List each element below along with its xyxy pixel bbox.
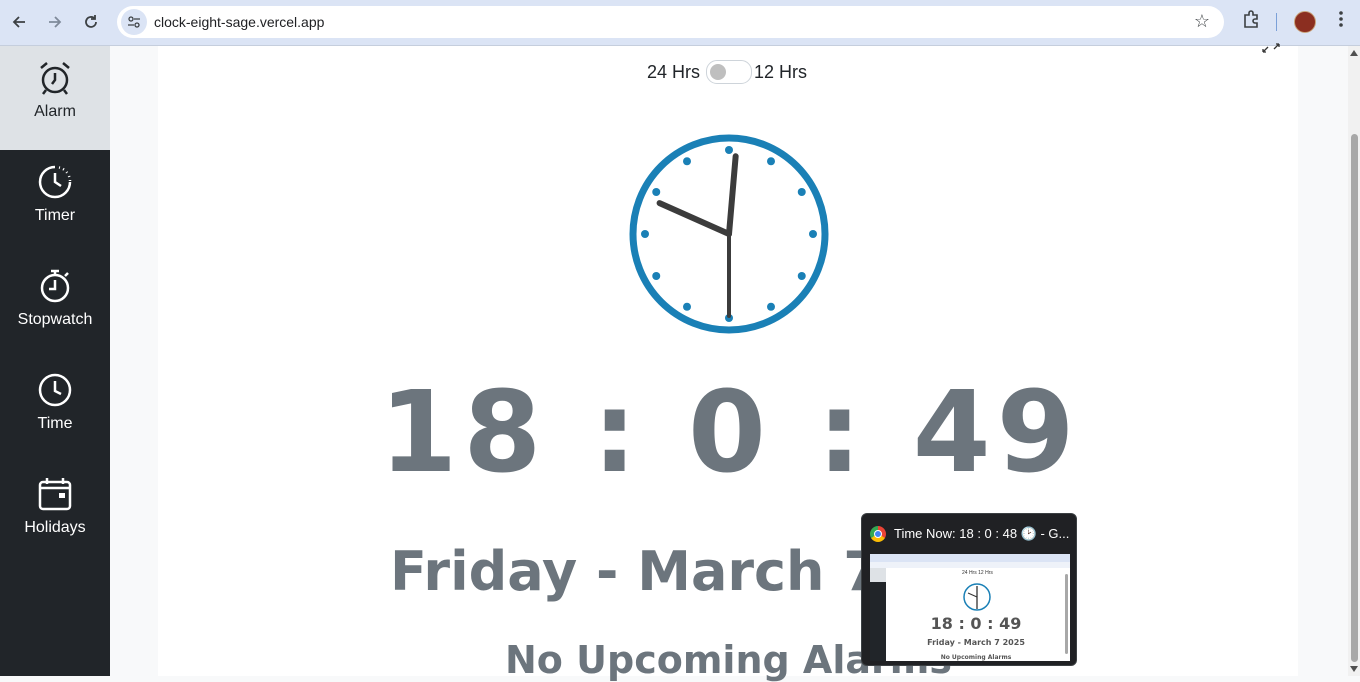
hour-format-switch[interactable] bbox=[706, 60, 753, 84]
hour-marker bbox=[725, 146, 733, 154]
toggle-label-24h: 24 Hrs bbox=[647, 61, 701, 82]
hour-marker bbox=[809, 230, 817, 238]
thumb-toolbar bbox=[870, 554, 1070, 562]
toggle-label-12h: 12 Hrs bbox=[754, 61, 808, 82]
thumb-date: Friday - March 7 2025 bbox=[927, 638, 1025, 647]
sidebar-item-label: Timer bbox=[34, 207, 76, 224]
hour-format-toggle-row: 24 Hrs 12 Hrs bbox=[647, 60, 807, 84]
reload-icon bbox=[85, 15, 97, 28]
star-icon[interactable]: ☆ bbox=[1194, 11, 1210, 32]
current-date: Friday - March 7 bbox=[390, 540, 881, 603]
address-bar[interactable]: clock-eight-sage.vercel.app ☆ bbox=[117, 6, 1224, 38]
stopwatch-icon bbox=[40, 269, 70, 303]
sidebar-item-label: Stopwatch bbox=[17, 311, 93, 328]
kebab-menu-icon[interactable] bbox=[1334, 9, 1348, 34]
scrollbar-thumb[interactable] bbox=[1351, 134, 1358, 662]
hour-marker bbox=[652, 272, 661, 280]
hour-marker bbox=[652, 188, 661, 196]
forward-button[interactable] bbox=[40, 7, 70, 37]
hour-marker bbox=[797, 272, 806, 280]
thumb-sidebar-active bbox=[870, 568, 886, 582]
page-scrollbar[interactable] bbox=[1348, 46, 1360, 676]
sidebar-item-alarm[interactable]: Alarm bbox=[0, 46, 110, 150]
hour-marker bbox=[641, 230, 649, 238]
hour-marker bbox=[683, 302, 691, 311]
scroll-down-arrow-icon[interactable] bbox=[1350, 666, 1358, 672]
sidebar-item-holidays[interactable]: Holidays bbox=[0, 462, 110, 566]
tab-preview-thumbnail: 24 Hrs 12 Hrs 18 : 0 : 49 Friday - March… bbox=[870, 554, 1070, 661]
thumb-toggle-labels: 24 Hrs 12 Hrs bbox=[962, 570, 993, 576]
hour-marker bbox=[767, 157, 775, 166]
alarm-clock-icon bbox=[40, 62, 70, 95]
sidebar-item-label: Holidays bbox=[24, 519, 86, 536]
hour-marker bbox=[683, 157, 691, 166]
hour-marker bbox=[767, 302, 775, 311]
thumb-digital-time: 18 : 0 : 49 bbox=[930, 614, 1022, 633]
arrow-left-icon bbox=[12, 16, 25, 28]
back-button[interactable] bbox=[4, 7, 34, 37]
tab-preview-popup[interactable]: Time Now: 18 : 0 : 48 🕑 - G... 24 Hrs 12… bbox=[861, 513, 1077, 666]
thumb-clock-icon bbox=[963, 583, 991, 611]
profile-avatar[interactable] bbox=[1294, 11, 1316, 33]
toolbar-divider bbox=[1276, 13, 1277, 31]
sidebar-item-label: Alarm bbox=[34, 103, 76, 120]
timer-icon bbox=[38, 165, 72, 199]
puzzle-icon[interactable] bbox=[1241, 9, 1261, 34]
reload-button[interactable] bbox=[76, 7, 106, 37]
sidebar-item-stopwatch[interactable]: Stopwatch bbox=[0, 254, 110, 358]
arrow-right-icon bbox=[49, 16, 62, 28]
fullscreen-icon[interactable] bbox=[1262, 40, 1280, 56]
hour-marker bbox=[797, 188, 806, 196]
tab-preview-title: Time Now: 18 : 0 : 48 🕑 - G... bbox=[894, 526, 1070, 541]
scroll-up-arrow-icon[interactable] bbox=[1350, 50, 1358, 56]
chrome-logo-icon bbox=[870, 526, 886, 542]
browser-toolbar: clock-eight-sage.vercel.app ☆ bbox=[0, 0, 1360, 46]
analog-clock bbox=[629, 134, 829, 334]
calendar-icon bbox=[38, 478, 72, 511]
site-info-icon[interactable] bbox=[121, 9, 147, 35]
sidebar-item-timer[interactable]: Timer bbox=[0, 150, 110, 254]
sidebar: Alarm Timer Stopwatch Time Holidays bbox=[0, 46, 110, 676]
clock-icon bbox=[38, 373, 72, 407]
thumb-alarms-status: No Upcoming Alarms bbox=[940, 654, 1012, 661]
switch-knob bbox=[710, 64, 727, 80]
digital-time: 18 : 0 : 49 bbox=[379, 368, 1081, 498]
sidebar-item-time[interactable]: Time bbox=[0, 358, 110, 462]
url-text[interactable]: clock-eight-sage.vercel.app bbox=[154, 14, 324, 30]
sidebar-item-label: Time bbox=[37, 415, 73, 432]
thumb-addressbar bbox=[870, 562, 1070, 568]
